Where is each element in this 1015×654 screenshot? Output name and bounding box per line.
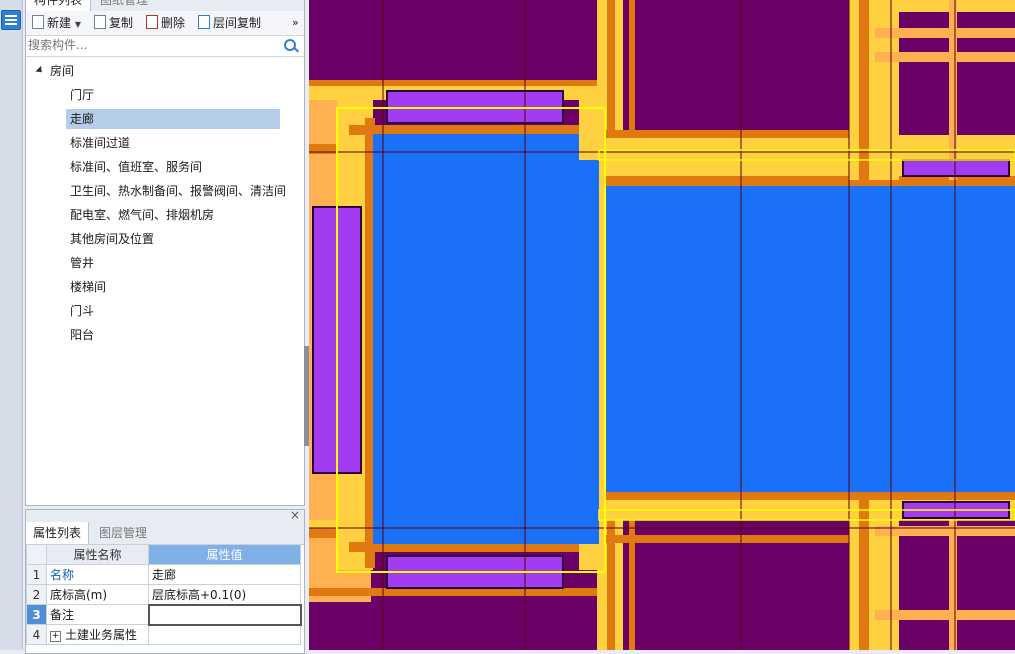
tree-item[interactable]: 配电室、燃气间、排烟机房 bbox=[66, 205, 280, 225]
window bbox=[902, 159, 1010, 177]
beam-edge bbox=[309, 528, 337, 538]
property-value bbox=[148, 624, 301, 645]
beam-edge bbox=[605, 130, 875, 138]
beam bbox=[949, 0, 957, 180]
tree-root-room[interactable]: 房间 bbox=[35, 61, 74, 81]
tree-item[interactable]: 其他房间及位置 bbox=[66, 229, 280, 249]
table-row: 1 名称 走廊 bbox=[26, 564, 301, 585]
floor-plan-drawing bbox=[309, 0, 1015, 650]
tree-item[interactable]: 管井 bbox=[66, 253, 280, 273]
beam-edge bbox=[629, 505, 635, 650]
view-list-icon[interactable] bbox=[1, 10, 21, 30]
tree-item[interactable]: 门厅 bbox=[66, 85, 280, 105]
property-grid: 属性名称 属性值 1 名称 走廊 2 底标高(m) 层底标高+0.1(0) 3 … bbox=[26, 544, 302, 645]
component-search bbox=[26, 36, 304, 57]
delete-icon bbox=[146, 15, 158, 29]
close-icon[interactable]: × bbox=[290, 508, 300, 522]
property-group[interactable]: + 土建业务属性 bbox=[46, 624, 149, 645]
left-toolstrip bbox=[0, 0, 23, 650]
row-number: 1 bbox=[26, 564, 47, 585]
table-row: 2 底标高(m) 层底标高+0.1(0) bbox=[26, 584, 301, 605]
delete-button[interactable]: 删除 bbox=[146, 14, 185, 32]
search-icon[interactable] bbox=[284, 39, 296, 51]
cad-drawing-canvas[interactable] bbox=[309, 0, 1015, 650]
row-number: 2 bbox=[26, 584, 47, 605]
table-row: 4 + 土建业务属性 bbox=[26, 624, 301, 645]
header-property-name: 属性名称 bbox=[46, 544, 149, 565]
row-number: 4 bbox=[26, 624, 47, 645]
beam-edge bbox=[859, 500, 869, 650]
beam-edge bbox=[309, 588, 605, 596]
floor-copy-button[interactable]: 层间复制 bbox=[198, 14, 261, 32]
tree-item[interactable]: 阳台 bbox=[66, 325, 280, 345]
copy-icon bbox=[94, 15, 106, 29]
tree-item[interactable]: 标准间过道 bbox=[66, 133, 280, 153]
tree-item-selected[interactable]: 走廊 bbox=[66, 109, 280, 129]
beam bbox=[949, 500, 957, 650]
beam bbox=[875, 52, 1015, 62]
tab-property-list[interactable]: 属性列表 bbox=[26, 522, 90, 544]
row-number: 3 bbox=[26, 604, 47, 625]
floor-copy-icon bbox=[198, 15, 210, 29]
new-file-icon bbox=[32, 15, 44, 29]
room-corridor bbox=[579, 160, 599, 544]
beam-edge bbox=[859, 0, 869, 180]
room-corridor bbox=[373, 134, 579, 544]
tab-component-list[interactable]: 构件列表 bbox=[26, 0, 92, 11]
expand-caret-icon[interactable] bbox=[35, 65, 45, 76]
tab-drawing-management[interactable]: 图纸管理 bbox=[92, 0, 156, 11]
component-list-panel: 构件列表 图纸管理 新建 ▼ 复制 删除 层间复制 » 房间 门厅 走廊 标准间… bbox=[25, 0, 305, 506]
tree-item[interactable]: 卫生间、热水制备间、报警阀间、清洁间 bbox=[66, 181, 286, 201]
beam-edge bbox=[605, 492, 1015, 500]
chevron-down-icon[interactable]: ▼ bbox=[75, 20, 81, 29]
remark-input[interactable] bbox=[147, 603, 302, 626]
tree-item[interactable]: 标准间、值班室、服务间 bbox=[66, 157, 280, 177]
grid-corner bbox=[26, 544, 47, 565]
header-property-value: 属性值 bbox=[148, 544, 301, 565]
property-value[interactable]: 层底标高+0.1(0) bbox=[148, 584, 301, 605]
beam-edge bbox=[605, 535, 875, 543]
component-toolbar: 新建 ▼ 复制 删除 层间复制 » bbox=[26, 11, 304, 36]
tree-item[interactable]: 门斗 bbox=[66, 301, 280, 321]
property-panel-titlebar: × bbox=[26, 508, 304, 522]
property-name: 底标高(m) bbox=[46, 584, 149, 605]
beam-edge bbox=[349, 125, 599, 135]
property-value[interactable]: 走廊 bbox=[148, 564, 301, 585]
property-panel: × 属性列表 图层管理 属性名称 属性值 1 名称 走廊 2 底标高(m) 层底… bbox=[25, 508, 305, 654]
beam bbox=[875, 610, 1015, 620]
expand-plus-icon[interactable]: + bbox=[50, 631, 61, 642]
copy-button[interactable]: 复制 bbox=[94, 14, 133, 32]
room-corridor bbox=[605, 186, 1015, 492]
tab-layer-management[interactable]: 图层管理 bbox=[92, 522, 154, 544]
property-name: 备注 bbox=[46, 604, 149, 625]
table-row: 3 备注 bbox=[26, 603, 302, 626]
new-button[interactable]: 新建 ▼ bbox=[32, 14, 81, 32]
more-tools-button[interactable]: » bbox=[292, 14, 299, 32]
beam bbox=[875, 28, 1015, 38]
tree-item[interactable]: 楼梯间 bbox=[66, 277, 280, 297]
search-input[interactable] bbox=[28, 37, 278, 53]
property-name: 名称 bbox=[46, 564, 149, 585]
beam-edge bbox=[309, 80, 605, 86]
